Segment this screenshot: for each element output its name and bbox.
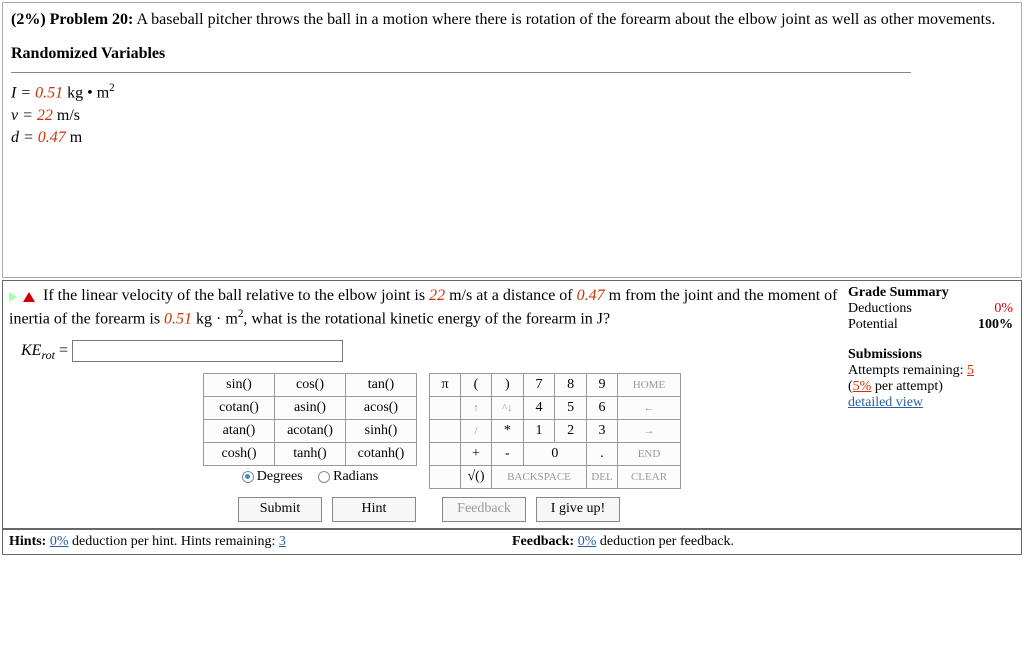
key-del[interactable]: DEL — [587, 465, 618, 488]
per-attempt-row: (5% per attempt) — [848, 379, 1013, 395]
hints-footer: Hints: 0% deduction per hint. Hints rema… — [9, 534, 512, 550]
deductions-label: Deductions — [848, 301, 912, 317]
attempts-remaining: 5 — [967, 363, 974, 378]
key-1[interactable]: 1 — [523, 419, 555, 442]
var-I: I = 0.51 kg • m2 — [11, 81, 1013, 105]
keypad-area: sin() cos() tan() cotan() asin() acos() … — [3, 369, 844, 491]
key-slash[interactable]: / — [461, 419, 492, 442]
key-5[interactable]: 5 — [555, 396, 587, 419]
var-v: v = 22 m/s — [11, 105, 1013, 127]
potential-val: 100% — [978, 317, 1013, 333]
key-blank2 — [430, 419, 461, 442]
key-up[interactable]: ↑ — [461, 396, 492, 419]
key-tanh[interactable]: tanh() — [275, 442, 346, 465]
problem-header: (2%) Problem 20: A baseball pitcher thro… — [3, 3, 1021, 277]
feedback-footer: Feedback: 0% deduction per feedback. — [512, 534, 1015, 550]
grade-summary: Grade Summary Deductions 0% Potential 10… — [844, 281, 1021, 415]
key-blank4 — [430, 465, 461, 488]
key-4[interactable]: 4 — [523, 396, 555, 419]
hints-remaining: 3 — [279, 534, 286, 549]
action-row: Submit Hint Feedback I give up! — [3, 491, 844, 528]
key-lparen[interactable]: ( — [461, 373, 492, 396]
deductions-val: 0% — [994, 301, 1013, 317]
hint-button[interactable]: Hint — [332, 497, 416, 522]
key-2[interactable]: 2 — [555, 419, 587, 442]
numeric-keypad: π ( ) 7 8 9 HOME ↑ ^↓ 4 5 6 — [429, 373, 681, 489]
potential-label: Potential — [848, 317, 898, 333]
detailed-view-link[interactable]: detailed view — [848, 395, 923, 410]
answer-var-label: KE — [21, 342, 41, 359]
subpart-question: If the linear velocity of the ball relat… — [3, 281, 844, 332]
answer-row: KErot = — [3, 332, 844, 369]
key-sinh[interactable]: sinh() — [346, 419, 417, 442]
submit-button[interactable]: Submit — [238, 497, 322, 522]
key-cotan[interactable]: cotan() — [204, 396, 275, 419]
key-9[interactable]: 9 — [587, 373, 618, 396]
answer-input[interactable] — [72, 340, 343, 362]
play-icon — [9, 292, 17, 302]
key-blank3 — [430, 442, 461, 465]
key-atan[interactable]: atan() — [204, 419, 275, 442]
key-clear[interactable]: CLEAR — [618, 465, 681, 488]
problem-text: A baseball pitcher throws the ball in a … — [136, 11, 995, 28]
key-0[interactable]: 0 — [523, 442, 586, 465]
key-cos[interactable]: cos() — [275, 373, 346, 396]
randomized-variables-header: Randomized Variables — [11, 43, 911, 72]
giveup-button[interactable]: I give up! — [536, 497, 620, 522]
answer-var-sub: rot — [41, 348, 55, 362]
key-right[interactable]: → — [618, 419, 681, 442]
key-acos[interactable]: acos() — [346, 396, 417, 419]
variables-block: I = 0.51 kg • m2 v = 22 m/s d = 0.47 m — [11, 81, 1013, 150]
key-tan[interactable]: tan() — [346, 373, 417, 396]
radio-radians[interactable]: Radians — [318, 469, 378, 484]
key-asterisk[interactable]: * — [492, 419, 524, 442]
key-8[interactable]: 8 — [555, 373, 587, 396]
problem-container: (2%) Problem 20: A baseball pitcher thro… — [2, 2, 1022, 278]
key-minus[interactable]: - — [492, 442, 524, 465]
key-pi[interactable]: π — [430, 373, 461, 396]
key-3[interactable]: 3 — [587, 419, 618, 442]
key-acotan[interactable]: acotan() — [275, 419, 346, 442]
key-sqrt[interactable]: √() — [461, 465, 492, 488]
key-rparen[interactable]: ) — [492, 373, 524, 396]
key-cosh[interactable]: cosh() — [204, 442, 275, 465]
attempts-row: Attempts remaining: 5 — [848, 363, 1013, 379]
function-keypad: sin() cos() tan() cotan() asin() acos() … — [203, 373, 417, 488]
angle-mode: Degrees Radians — [204, 465, 417, 488]
key-6[interactable]: 6 — [587, 396, 618, 419]
submissions-title: Submissions — [848, 347, 1013, 363]
warning-icon — [23, 292, 35, 302]
key-down[interactable]: ^↓ — [492, 396, 524, 419]
problem-number: Problem 20: — [50, 11, 134, 28]
footer: Hints: 0% deduction per hint. Hints rema… — [3, 528, 1021, 554]
key-dot[interactable]: . — [587, 442, 618, 465]
var-d: d = 0.47 m — [11, 127, 1013, 149]
key-asin[interactable]: asin() — [275, 396, 346, 419]
key-sin[interactable]: sin() — [204, 373, 275, 396]
key-blank1 — [430, 396, 461, 419]
key-plus[interactable]: + — [461, 442, 492, 465]
key-home[interactable]: HOME — [618, 373, 681, 396]
key-backspace[interactable]: BACKSPACE — [492, 465, 587, 488]
key-7[interactable]: 7 — [523, 373, 555, 396]
subpart-box: If the linear velocity of the ball relat… — [2, 280, 1022, 555]
feedback-button[interactable]: Feedback — [442, 497, 526, 522]
key-left[interactable]: ← — [618, 396, 681, 419]
key-end[interactable]: END — [618, 442, 681, 465]
key-cotanh[interactable]: cotanh() — [346, 442, 417, 465]
problem-pct: (2%) — [11, 11, 46, 28]
grade-title: Grade Summary — [848, 285, 1013, 301]
radio-degrees[interactable]: Degrees — [242, 469, 303, 484]
